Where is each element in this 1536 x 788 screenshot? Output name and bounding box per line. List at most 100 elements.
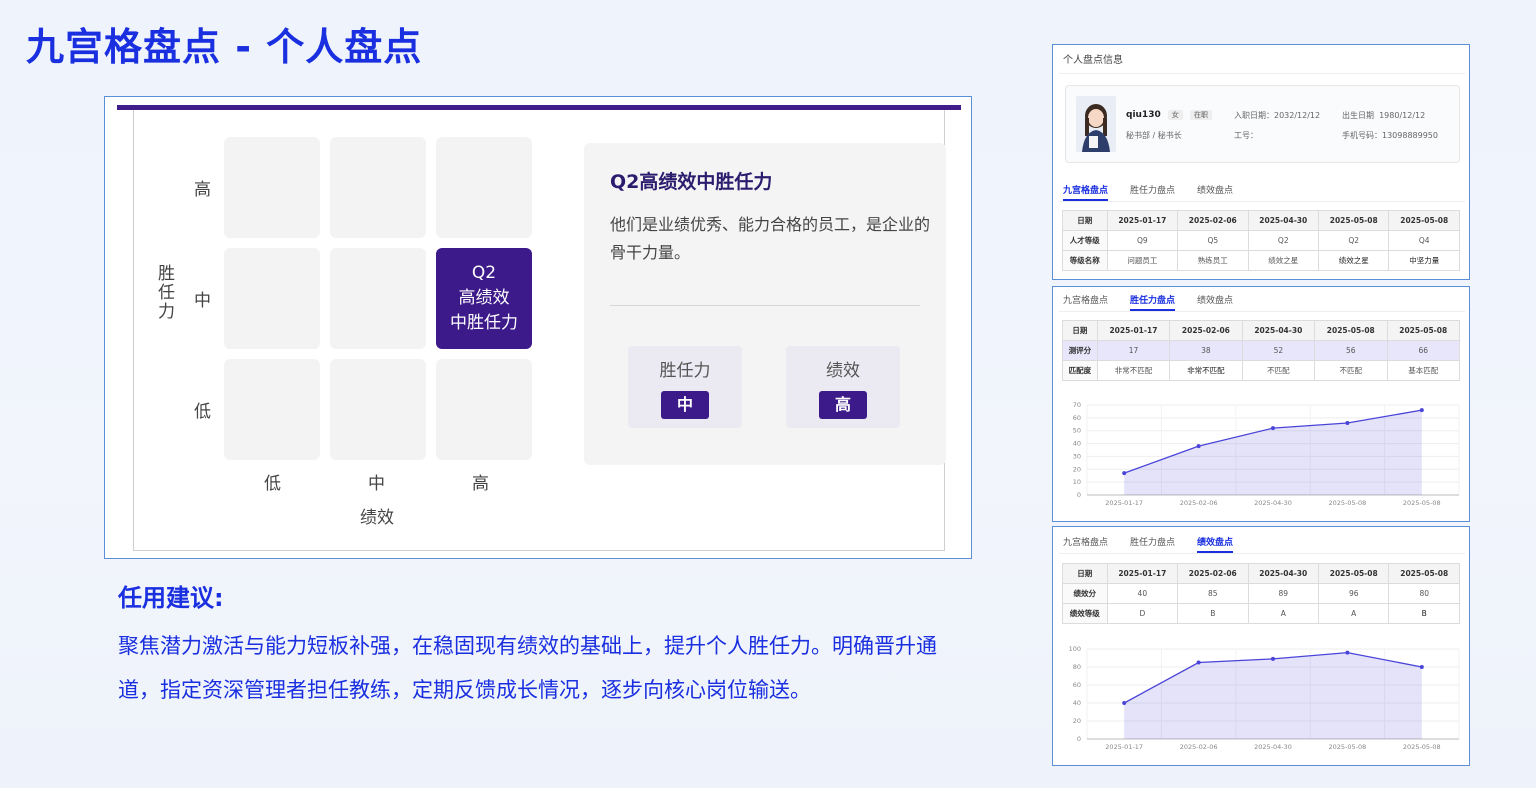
y-tick-label: 80 [1073, 663, 1081, 671]
quadrant-title: Q2高绩效中胜任力 [610, 171, 773, 193]
table-header-row: 日期 2025-01-17 2025-02-06 2025-04-30 2025… [1062, 320, 1460, 341]
tab-ninebox[interactable]: 九宫格盘点 [1063, 535, 1108, 553]
y-level-high: 高 [194, 180, 211, 200]
x-tick-label: 2025-04-30 [1254, 499, 1292, 507]
profile-department: 秘书部 / 秘书长 [1126, 131, 1182, 140]
x-tick-label: 2025-02-06 [1180, 743, 1218, 751]
y-tick-label: 60 [1073, 681, 1081, 689]
competency-badge: 中 [661, 391, 709, 419]
tab-competency[interactable]: 胜任力盘点 [1130, 183, 1175, 201]
data-point [1122, 701, 1127, 705]
tab-performance[interactable]: 绩效盘点 [1197, 293, 1233, 311]
advice-title: 任用建议: [118, 584, 224, 612]
x-axis-title: 绩效 [360, 508, 394, 528]
hire-date: 2032/12/12 [1274, 111, 1321, 120]
birth-date: 1980/12/12 [1379, 111, 1426, 120]
y-tick-label: 0 [1077, 491, 1081, 499]
table-row: 绩效等级 D B A A B [1062, 603, 1460, 624]
performance-table: 日期 2025-01-17 2025-02-06 2025-04-30 2025… [1062, 563, 1460, 624]
tab-performance[interactable]: 绩效盘点 [1197, 183, 1233, 201]
y-tick-label: 40 [1073, 440, 1081, 448]
x-tick-label: 2025-05-08 [1329, 743, 1367, 751]
tab-competency[interactable]: 胜任力盘点 [1130, 293, 1176, 311]
grid-cell[interactable] [330, 359, 426, 460]
grid-cell[interactable] [330, 137, 426, 238]
table-row: 人才等级 Q9 Q5 Q2 Q2 Q4 [1062, 230, 1460, 251]
y-tick-label: 10 [1073, 478, 1081, 486]
advice-text: 聚焦潜力激活与能力短板补强，在稳固现有绩效的基础上，提升个人胜任力。明确晋升通道… [118, 634, 937, 702]
phone: 13098889950 [1382, 131, 1438, 140]
tab-ninebox[interactable]: 九宫格盘点 [1063, 293, 1108, 311]
area-fill [1124, 652, 1422, 739]
performance-metric: 绩效 高 [786, 346, 900, 428]
data-point [1345, 421, 1350, 425]
profile-name: qiu130 [1126, 110, 1161, 120]
data-point [1122, 471, 1127, 476]
status-tag: 在职 [1190, 110, 1213, 120]
grid-cell[interactable] [330, 248, 426, 349]
data-point [1196, 660, 1201, 665]
grid-cell[interactable] [224, 137, 320, 238]
grid-cell[interactable] [224, 359, 320, 460]
x-tick-label: 2025-01-17 [1105, 743, 1143, 751]
x-level-high: 高 [472, 474, 489, 494]
profile-panel: 个人盘点信息 qiu130 女 在职 秘书部 / 秘书长 入职日期：2032/1… [1052, 44, 1470, 280]
y-tick-label: 40 [1073, 699, 1081, 707]
competency-tabs: 九宫格盘点 胜任力盘点 绩效盘点 [1063, 293, 1255, 311]
table-row: 等级名称 问题员工 熟练员工 绩效之星 绩效之星 中坚力量 [1062, 250, 1460, 271]
table-row: 测评分 17 38 52 56 66 [1062, 340, 1460, 361]
gender-tag: 女 [1167, 110, 1183, 120]
y-tick-label: 70 [1073, 401, 1081, 409]
x-tick-label: 2025-02-06 [1180, 499, 1218, 507]
x-tick-label: 2025-05-08 [1329, 499, 1367, 507]
x-tick-label: 2025-01-17 [1105, 499, 1143, 507]
y-tick-label: 20 [1073, 465, 1081, 473]
y-level-low: 低 [194, 402, 211, 422]
ninebox-table: 日期 2025-01-17 2025-02-06 2025-04-30 2025… [1062, 210, 1460, 271]
nine-box-panel: 胜 任 力 高 中 低 Q2 高绩效 中胜任力 低 中 高 绩效 Q2高绩效中胜… [104, 96, 972, 559]
table-row: 绩效分 40 85 89 96 80 [1062, 583, 1460, 604]
y-axis-title: 胜 任 力 [158, 264, 175, 322]
profile-card: qiu130 女 在职 秘书部 / 秘书长 入职日期：2032/12/12 工号… [1065, 85, 1460, 163]
header-accent-bar [117, 105, 961, 110]
profile-header: 个人盘点信息 [1063, 55, 1123, 66]
avatar [1076, 96, 1116, 152]
quadrant-description: 他们是业绩优秀、能力合格的员工，是企业的骨干力量。 [610, 215, 931, 262]
area-fill [1124, 410, 1422, 495]
data-point [1419, 408, 1424, 413]
performance-panel: 九宫格盘点 胜任力盘点 绩效盘点 日期 2025-01-17 2025-02-0… [1052, 526, 1470, 766]
y-tick-label: 60 [1073, 414, 1081, 422]
y-level-mid: 中 [194, 291, 211, 311]
avatar-illustration [1076, 96, 1116, 152]
grid-cell[interactable] [436, 137, 532, 238]
data-point [1196, 444, 1201, 449]
x-tick-label: 2025-04-30 [1254, 743, 1292, 751]
x-tick-label: 2025-05-08 [1403, 743, 1441, 751]
grid-cell[interactable] [224, 248, 320, 349]
x-level-low: 低 [264, 474, 281, 494]
performance-chart: 0 20 40 60 80 100 2025-01-17 2025-02-06 2025-04-… [1069, 645, 1460, 751]
quadrant-detail: Q2高绩效中胜任力 他们是业绩优秀、能力合格的员工，是企业的骨干力量。 胜任力 … [584, 143, 946, 465]
y-tick-label: 30 [1073, 452, 1081, 460]
grid-cell-active-q2[interactable]: Q2 高绩效 中胜任力 [436, 248, 532, 349]
performance-tabs: 九宫格盘点 胜任力盘点 绩效盘点 [1063, 535, 1255, 553]
y-tick-label: 0 [1077, 735, 1081, 743]
grid-cell[interactable] [436, 359, 532, 460]
nine-box-card: 胜 任 力 高 中 低 Q2 高绩效 中胜任力 低 中 高 绩效 Q2高绩效中胜… [133, 105, 946, 551]
competency-table: 日期 2025-01-17 2025-02-06 2025-04-30 2025… [1062, 320, 1460, 381]
data-point [1345, 650, 1350, 655]
competency-panel: 九宫格盘点 胜任力盘点 绩效盘点 日期 2025-01-17 2025-02-0… [1052, 286, 1470, 522]
tab-performance[interactable]: 绩效盘点 [1197, 535, 1234, 553]
competency-metric: 胜任力 中 [628, 346, 742, 428]
page-title: 九宫格盘点 - 个人盘点 [26, 25, 423, 69]
data-point [1271, 656, 1275, 661]
y-tick-label: 50 [1073, 427, 1081, 435]
tab-ninebox[interactable]: 九宫格盘点 [1063, 183, 1109, 201]
tab-competency[interactable]: 胜任力盘点 [1130, 535, 1175, 553]
x-tick-label: 2025-05-08 [1403, 499, 1441, 507]
table-header-row: 日期 2025-01-17 2025-02-06 2025-04-30 2025… [1062, 563, 1460, 584]
performance-badge: 高 [819, 391, 867, 419]
data-point [1419, 665, 1424, 669]
emp-no-label: 工号： [1234, 131, 1258, 140]
table-header-row: 日期 2025-01-17 2025-02-06 2025-04-30 2025… [1062, 210, 1460, 231]
